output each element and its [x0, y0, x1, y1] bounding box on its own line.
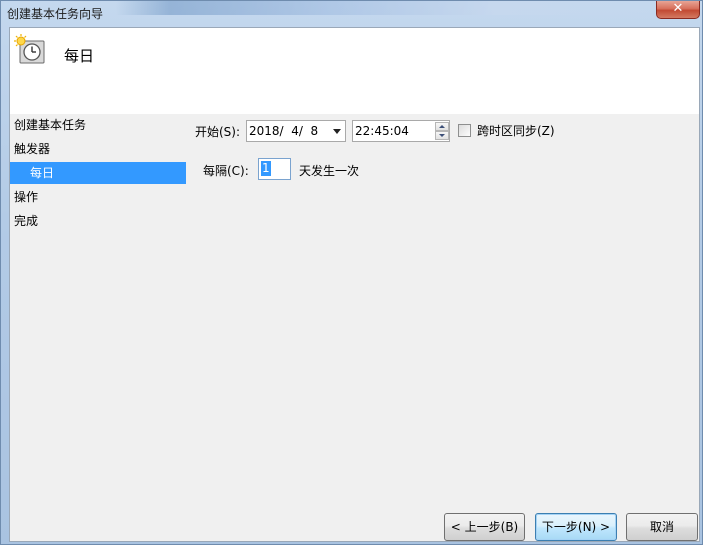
start-date-picker[interactable]: 2018/ 4/ 8 — [246, 120, 346, 142]
back-button[interactable]: < 上一步(B) — [444, 513, 525, 541]
cancel-button[interactable]: 取消 — [626, 513, 698, 541]
start-time-value: 22:45:04 — [355, 124, 409, 138]
start-time-spinner[interactable]: 22:45:04 — [352, 120, 450, 142]
page-title: 每日 — [64, 47, 95, 65]
start-label: 开始(S): — [195, 125, 241, 139]
window-title: 创建基本任务向导 — [7, 7, 104, 21]
recur-label: 每隔(C): — [203, 164, 249, 178]
wizard-window: 创建基本任务向导 ✕ 每日 创建基本任务 触发器 每日 操作 完成 开始(S):… — [0, 0, 703, 545]
title-bar-background — [116, 1, 656, 15]
wizard-client-area: 每日 创建基本任务 触发器 每日 操作 完成 开始(S): 2018/ 4/ 8 — [9, 27, 700, 542]
close-icon: ✕ — [672, 1, 684, 16]
chevron-down-icon[interactable] — [333, 129, 341, 134]
title-bar[interactable]: 创建基本任务向导 ✕ — [1, 1, 702, 27]
wizard-header: 每日 — [10, 28, 699, 114]
nav-item-daily[interactable]: 每日 — [10, 162, 186, 184]
nav-item-action[interactable]: 操作 — [10, 186, 186, 208]
next-button[interactable]: 下一步(N) > — [535, 513, 617, 541]
recur-days-value: 1 — [261, 161, 271, 176]
spin-down-icon[interactable] — [435, 131, 449, 140]
nav-item-finish[interactable]: 完成 — [10, 210, 186, 232]
recur-suffix: 天发生一次 — [299, 164, 360, 178]
close-button[interactable]: ✕ — [656, 1, 700, 19]
nav-item-trigger[interactable]: 触发器 — [10, 138, 186, 160]
start-date-value: 2018/ 4/ 8 — [249, 124, 319, 138]
sync-timezone-checkbox[interactable] — [458, 124, 471, 137]
recur-days-input[interactable]: 1 — [258, 158, 291, 180]
nav-item-label: 触发器 — [14, 142, 51, 156]
clock-icon — [14, 34, 45, 64]
nav-item-create-basic-task[interactable]: 创建基本任务 — [10, 114, 186, 136]
sync-timezone-label: 跨时区同步(Z) — [477, 124, 555, 138]
nav-item-label: 每日 — [30, 166, 55, 180]
spin-up-icon[interactable] — [435, 122, 449, 131]
nav-item-label: 完成 — [14, 214, 39, 228]
nav-item-label: 创建基本任务 — [14, 118, 87, 132]
nav-item-label: 操作 — [14, 190, 39, 204]
